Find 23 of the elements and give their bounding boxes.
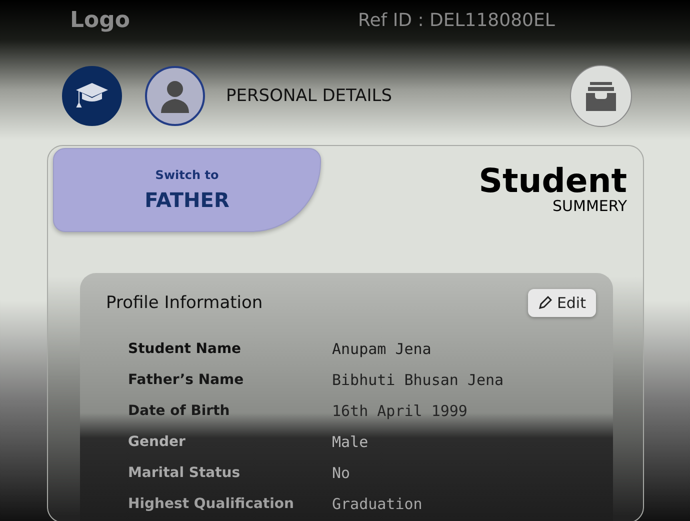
field-value: Bibhuti Bhusan Jena xyxy=(332,370,504,388)
inbox-tray-icon xyxy=(584,79,618,113)
field-label: Marital Status xyxy=(128,464,242,480)
field-value: 16th April 1999 xyxy=(332,402,468,420)
field-value: Male xyxy=(332,432,368,450)
field-value: Anupam Jena xyxy=(332,340,432,358)
field-value: No xyxy=(332,464,350,482)
field-label: Highest Qualification xyxy=(128,496,296,512)
switch-tab[interactable]: Switch to FATHER xyxy=(53,148,321,232)
logo-text: Logo xyxy=(70,8,131,32)
field-value: Graduation xyxy=(332,494,422,512)
field-label: Gender xyxy=(128,434,186,450)
pencil-icon xyxy=(538,296,552,310)
panel-title: Profile Information xyxy=(106,293,263,313)
summary-subtitle: SUMMERY xyxy=(552,197,627,215)
section-title: PERSONAL DETAILS xyxy=(226,86,392,106)
field-label: Date of Birth xyxy=(128,402,231,418)
ref-id: Ref ID : DEL118080EL xyxy=(358,10,555,30)
person-icon xyxy=(159,79,191,113)
field-label: Student Name xyxy=(128,340,242,356)
summary-title: Student xyxy=(478,164,627,197)
edit-button[interactable]: Edit xyxy=(528,289,596,317)
field-label: Father’s Name xyxy=(128,372,245,388)
